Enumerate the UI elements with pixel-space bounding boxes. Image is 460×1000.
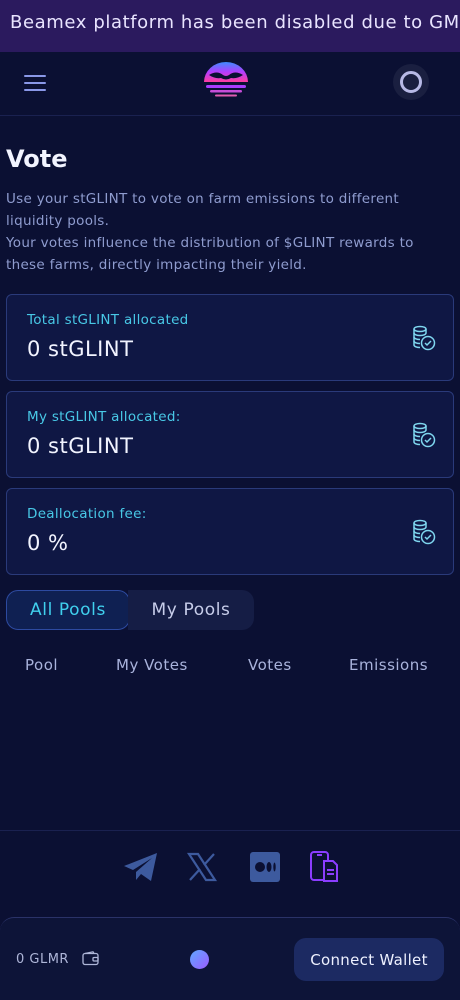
bottom-bar: 0 GLMR Connect Wallet (0, 917, 460, 1000)
tab-my-pools[interactable]: My Pools (128, 590, 254, 630)
beamex-logo-icon[interactable] (201, 60, 251, 100)
x-icon[interactable] (186, 850, 218, 884)
column-header-pool[interactable]: Pool (25, 656, 58, 674)
description-line-1: Use your stGLINT to vote on farm emissio… (6, 191, 400, 229)
glmr-balance: 0 GLMR (16, 952, 69, 967)
app-page: Beamex platform has been disabled due to… (0, 0, 460, 1000)
column-header-my-votes[interactable]: My Votes (116, 656, 188, 674)
description-line-2: Your votes influence the distribution of… (6, 235, 414, 273)
app-header (0, 52, 460, 116)
stat-card-deallocation-fee: Deallocation fee: 0 % (6, 488, 454, 575)
stat-value: 0 % (27, 531, 69, 555)
wallet-icon (82, 951, 99, 966)
column-header-votes[interactable]: Votes (248, 656, 292, 674)
footer-divider (0, 830, 460, 831)
announcement-text: Beamex platform has been disabled due to… (10, 12, 460, 33)
stat-label: My stGLINT allocated: (27, 409, 181, 425)
coins-icon (413, 325, 436, 351)
stat-card-total-allocated: Total stGLINT allocated 0 stGLINT (6, 294, 454, 381)
medium-icon[interactable] (249, 850, 281, 884)
announcement-banner: Beamex platform has been disabled due to… (0, 0, 460, 52)
docs-icon[interactable] (308, 850, 340, 884)
pools-table-header: Pool My Votes Votes Emissions (0, 656, 460, 678)
stat-value: 0 stGLINT (27, 337, 134, 361)
page-description: Use your stGLINT to vote on farm emissio… (6, 188, 456, 276)
connect-wallet-button[interactable]: Connect Wallet (294, 938, 444, 981)
telegram-icon[interactable] (122, 850, 160, 884)
network-icon[interactable] (190, 950, 209, 969)
column-header-emissions[interactable]: Emissions (349, 656, 428, 674)
stat-label: Total stGLINT allocated (27, 312, 189, 328)
stat-value: 0 stGLINT (27, 434, 134, 458)
page-title: Vote (6, 145, 68, 173)
pool-tabs: All Pools My Pools (6, 590, 254, 630)
user-avatar-icon[interactable] (393, 64, 429, 100)
hamburger-icon[interactable] (24, 75, 46, 93)
tab-all-pools[interactable]: All Pools (6, 590, 130, 630)
coins-icon (413, 422, 436, 448)
coins-icon (413, 519, 436, 545)
stat-label: Deallocation fee: (27, 506, 147, 522)
stat-card-my-allocated: My stGLINT allocated: 0 stGLINT (6, 391, 454, 478)
